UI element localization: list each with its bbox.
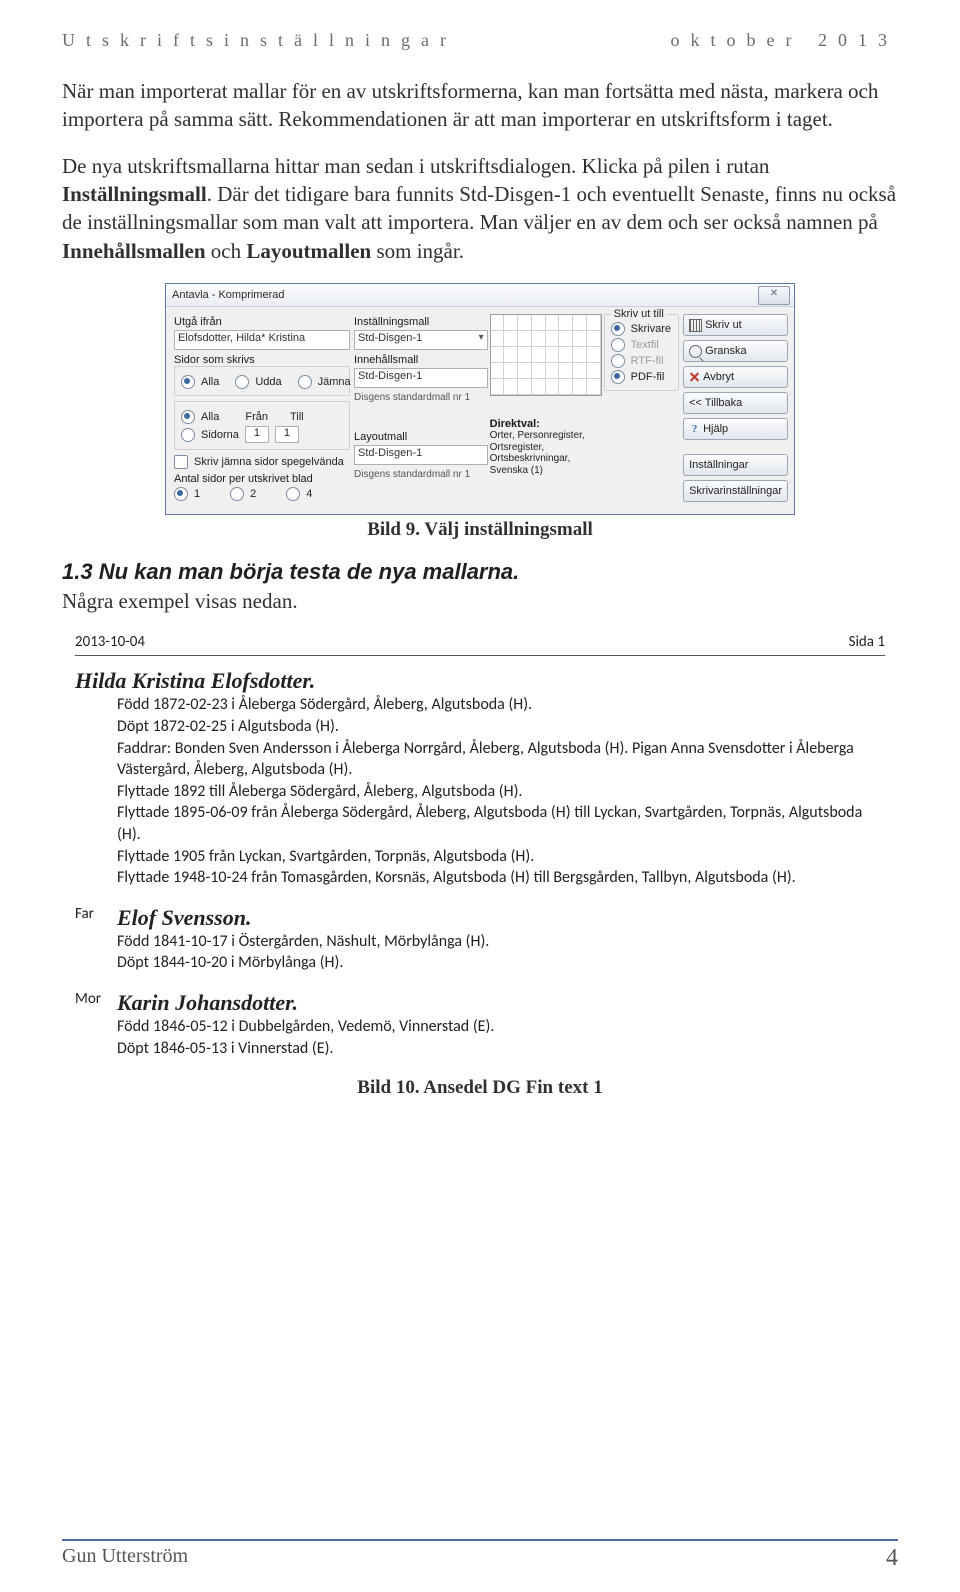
- caption-bild-10: Bild 10. Ansedel DG Fin text 1: [62, 1077, 898, 1099]
- btn-skriv-ut[interactable]: Skriv ut: [683, 314, 788, 336]
- subtext-innehallsmall: Disgens standardmall nr 1: [354, 392, 488, 403]
- radio-4[interactable]: [286, 487, 300, 501]
- help-icon: ?: [689, 424, 700, 435]
- btn-hjalp[interactable]: ?Hjälp: [683, 418, 788, 440]
- radio-alla[interactable]: [181, 375, 195, 389]
- chk-spegelvanda[interactable]: [174, 455, 188, 469]
- label-direktval: Direktval:: [490, 418, 602, 430]
- btn-avbryt[interactable]: Avbryt: [683, 366, 788, 388]
- report-line: Flyttade 1948-10-24 från Tomasgården, Ko…: [75, 867, 885, 889]
- label-utga-ifran: Utgå ifrån: [174, 316, 350, 328]
- report-line: Döpt 1872-02-25 i Algutsboda (H).: [75, 716, 885, 738]
- preview-grid: [490, 314, 602, 396]
- magnifier-icon: [689, 345, 702, 358]
- cancel-icon: [689, 372, 700, 383]
- field-innehallsmall[interactable]: Std-Disgen-1: [354, 368, 488, 388]
- dialog-titlebar[interactable]: Antavla - Komprimerad ✕: [166, 284, 794, 307]
- radio-rtf[interactable]: [611, 354, 625, 368]
- radio-pdf[interactable]: [611, 370, 625, 384]
- radio-2[interactable]: [230, 487, 244, 501]
- label-layoutmall: Layoutmall: [354, 431, 488, 443]
- dialog-antavla: Antavla - Komprimerad ✕ Utgå ifrån Elofs…: [165, 283, 795, 515]
- header-right: oktober 2013: [671, 30, 898, 51]
- report-line: Flyttade 1895-06-09 från Åleberga Söderg…: [75, 802, 885, 845]
- report-line: Döpt 1846-05-13 i Vinnerstad (E).: [117, 1038, 885, 1060]
- label-skriv-ut-till: Skriv ut till: [611, 308, 667, 320]
- heading-1-3: 1.3 Nu kan man börja testa de nya mallar…: [62, 559, 898, 585]
- paragraph-1: När man importerat mallar för en av utsk…: [62, 77, 898, 134]
- text-1-3-sub: Några exempel visas nedan.: [62, 587, 898, 615]
- report-line: Född 1841-10-17 i Östergården, Näshult, …: [117, 931, 885, 953]
- report-line: Flyttade 1905 från Lyckan, Svartgården, …: [75, 846, 885, 868]
- report-line: Född 1846-05-12 i Dubbelgården, Vedemö, …: [117, 1016, 885, 1038]
- caption-bild-9: Bild 9. Välj inställningsmall: [62, 519, 898, 541]
- radio-udda[interactable]: [235, 375, 249, 389]
- close-icon[interactable]: ✕: [758, 286, 790, 305]
- report-person-1: Hilda Kristina Elofsdotter.: [75, 668, 885, 694]
- btn-tillbaka[interactable]: << Tillbaka: [683, 392, 788, 414]
- label-mor: Mor: [75, 990, 117, 1059]
- report-person-2: Elof Svensson.: [117, 905, 885, 931]
- radio-1[interactable]: [174, 487, 188, 501]
- btn-installningar[interactable]: Inställningar: [683, 454, 788, 476]
- label-innehallsmall: Innehållsmall: [354, 354, 488, 366]
- combo-installningsmall[interactable]: Std-Disgen-1: [354, 330, 488, 350]
- header-left: Utskriftsinställningar: [62, 30, 457, 51]
- text-direktval: Orter, Personregister, Ortsregister, Ort…: [490, 430, 602, 476]
- radio-jamna[interactable]: [298, 375, 312, 389]
- radio-textfil[interactable]: [611, 338, 625, 352]
- label-sidor-som-skrivs: Sidor som skrivs: [174, 354, 350, 366]
- subtext-layoutmall: Disgens standardmall nr 1: [354, 469, 488, 480]
- footer-page-number: 4: [886, 1545, 898, 1572]
- report-line: Döpt 1844-10-20 i Mörbylånga (H).: [117, 952, 885, 974]
- spin-to[interactable]: 1: [275, 426, 299, 443]
- report-example: 2013-10-04 Sida 1 Hilda Kristina Elofsdo…: [71, 633, 889, 1059]
- running-header: Utskriftsinställningar oktober 2013: [62, 30, 898, 51]
- btn-skrivarinstallningar[interactable]: Skrivarinställningar: [683, 480, 788, 502]
- dialog-title: Antavla - Komprimerad: [172, 289, 758, 301]
- report-line: Flyttade 1892 till Åleberga Södergård, Å…: [75, 781, 885, 803]
- field-layoutmall[interactable]: Std-Disgen-1: [354, 445, 488, 465]
- report-line: Född 1872-02-23 i Åleberga Södergård, Ål…: [75, 694, 885, 716]
- label-installningsmall: Inställningsmall: [354, 316, 488, 328]
- input-utga-ifran[interactable]: Elofsdotter, Hilda* Kristina: [174, 330, 350, 350]
- btn-granska[interactable]: Granska: [683, 340, 788, 362]
- footer-author: Gun Utterström: [62, 1545, 188, 1572]
- page-footer: Gun Utterström 4: [62, 1539, 898, 1572]
- label-far: Far: [75, 905, 117, 974]
- radio-alla2[interactable]: [181, 410, 195, 424]
- radio-skrivare[interactable]: [611, 322, 625, 336]
- print-icon: [689, 319, 702, 332]
- report-line: Faddrar: Bonden Sven Andersson i Åleberg…: [75, 738, 885, 781]
- label-antal-sidor: Antal sidor per utskrivet blad: [174, 473, 350, 485]
- spin-from[interactable]: 1: [245, 426, 269, 443]
- paragraph-2: De nya utskriftsmallarna hittar man seda…: [62, 152, 898, 265]
- report-page: Sida 1: [849, 633, 885, 651]
- radio-sidorna[interactable]: [181, 428, 195, 442]
- report-date: 2013-10-04: [75, 633, 145, 651]
- report-person-3: Karin Johansdotter.: [117, 990, 885, 1016]
